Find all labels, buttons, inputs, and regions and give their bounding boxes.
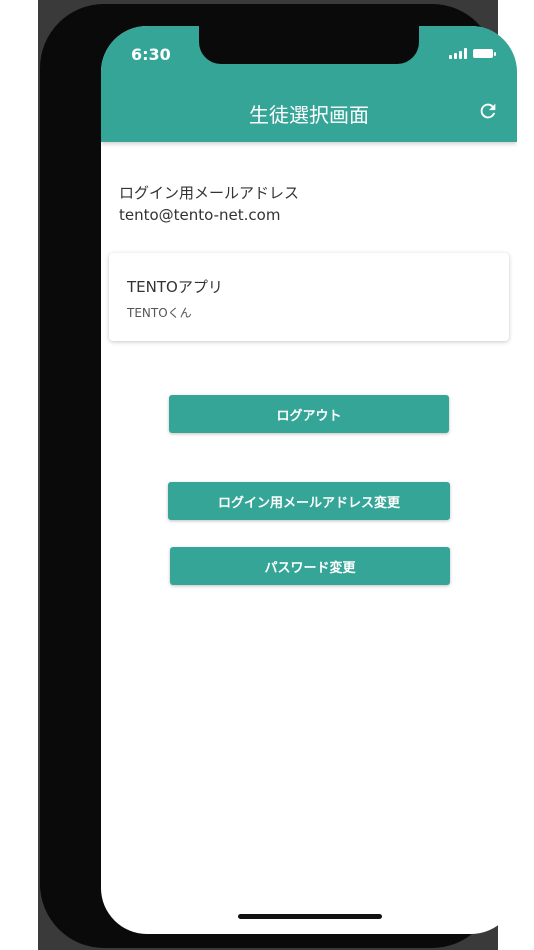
phone-screen: 6:30 生徒選択画面 ログイン用メールアドレス tento@tento-net…: [101, 26, 517, 934]
signal-icon: [449, 48, 467, 59]
battery-icon: [473, 49, 496, 58]
phone-notch: [199, 22, 419, 64]
change-password-button[interactable]: パスワード変更: [170, 547, 450, 585]
phone-frame: 6:30 生徒選択画面 ログイン用メールアドレス tento@tento-net…: [40, 4, 517, 948]
email-label: ログイン用メールアドレス: [119, 184, 300, 202]
status-icons: [449, 48, 496, 59]
page-title: 生徒選択画面: [249, 103, 369, 127]
home-indicator[interactable]: [238, 914, 382, 919]
status-time: 6:30: [131, 45, 171, 64]
logout-button[interactable]: ログアウト: [169, 395, 449, 433]
student-card-app-name: TENTOアプリ: [127, 278, 223, 296]
student-card[interactable]: TENTOアプリ TENTOくん: [109, 253, 509, 341]
email-value: tento@tento-net.com: [119, 206, 281, 224]
refresh-icon[interactable]: [477, 100, 499, 122]
student-card-student-name: TENTOくん: [127, 306, 192, 320]
change-email-button[interactable]: ログイン用メールアドレス変更: [168, 482, 450, 520]
